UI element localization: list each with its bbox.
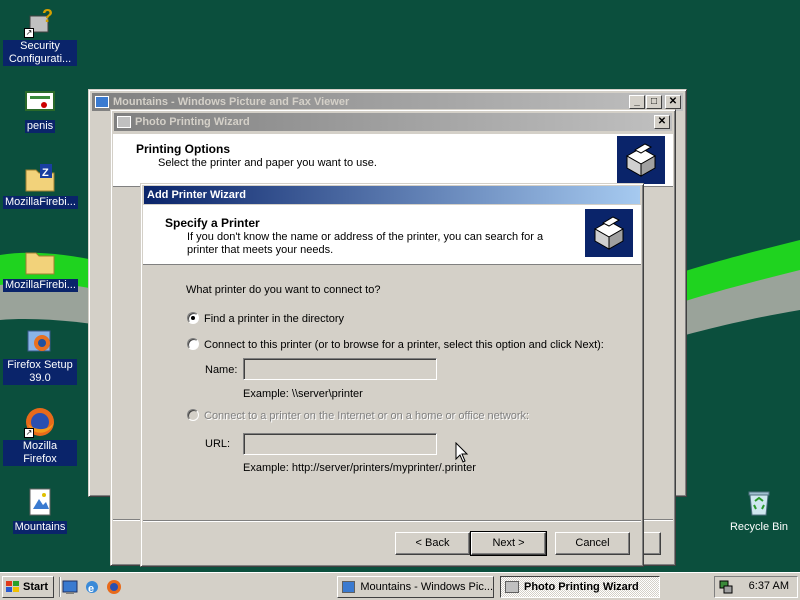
close-button[interactable]: ✕ — [665, 95, 681, 109]
radio-find-printer[interactable] — [187, 312, 199, 324]
radio-connect-printer-label[interactable]: Connect to this printer (or to browse fo… — [204, 339, 604, 351]
desktop-icon-label: Recycle Bin — [729, 521, 789, 533]
desktop-icon-firefox-setup[interactable]: Firefox Setup 39.0 — [3, 325, 77, 385]
taskbar-button-picture-viewer[interactable]: Mountains - Windows Pic... — [337, 576, 494, 598]
firefox-icon: ↗ — [24, 406, 56, 438]
start-button[interactable]: Start — [2, 576, 54, 598]
close-button[interactable]: ✕ — [654, 115, 670, 129]
firefox-quicklaunch-icon[interactable] — [106, 579, 122, 595]
radio-find-printer-label[interactable]: Find a printer in the directory — [204, 313, 344, 325]
radio-internet-printer-label[interactable]: Connect to a printer on the Internet or … — [204, 410, 529, 422]
add-printer-wizard-window: Add Printer Wizard Specify a Printer If … — [140, 183, 644, 567]
mouse-cursor — [455, 441, 469, 464]
header-title: Printing Options — [136, 142, 230, 156]
desktop-icon-mozillafirebird-folder[interactable]: MozillaFirebi... — [3, 245, 78, 292]
header-subtitle: If you don't know the name or address of… — [187, 231, 544, 256]
printer-name-field[interactable] — [243, 358, 437, 380]
internet-explorer-icon[interactable]: e — [84, 579, 100, 595]
zip-folder-icon: Z — [24, 162, 56, 194]
image-file-icon — [24, 487, 56, 519]
connect-question: What printer do you want to connect to? — [186, 284, 381, 296]
desktop-icon-security-config[interactable]: ? ↗ Security Configurati... — [3, 6, 77, 66]
desktop-icon-label: MozillaFirebi... — [3, 279, 78, 292]
desktop-icon-label: Security Configurati... — [3, 40, 77, 66]
window-title: Mountains - Windows Picture and Fax View… — [113, 96, 350, 108]
svg-text:?: ? — [42, 6, 53, 26]
desktop-icon-recycle-bin[interactable]: Recycle Bin — [722, 487, 796, 534]
header-title: Specify a Printer — [165, 216, 260, 230]
printer-icon — [585, 209, 633, 257]
cancel-button[interactable]: Cancel — [555, 532, 630, 555]
security-config-icon: ? ↗ — [24, 6, 53, 38]
desktop-icon-penis[interactable]: penis — [3, 86, 77, 133]
recycle-bin-icon — [743, 487, 775, 519]
name-example: Example: \\server\printer — [243, 388, 363, 400]
window-title: Photo Printing Wizard — [135, 116, 250, 128]
desktop-icon-mountains[interactable]: Mountains — [3, 487, 77, 534]
header-subtitle: Select the printer and paper you want to… — [158, 157, 377, 169]
desktop-icon-label: MozillaFirebi... — [3, 196, 78, 209]
setup-installer-icon — [24, 325, 56, 357]
picture-viewer-icon — [342, 581, 356, 593]
add-printer-titlebar[interactable]: Add Printer Wizard — [144, 186, 640, 204]
radio-connect-printer[interactable] — [187, 338, 199, 350]
back-button[interactable]: < Back — [395, 532, 470, 555]
radio-internet-printer[interactable] — [187, 409, 199, 421]
url-label: URL: — [205, 438, 231, 450]
taskbar-separator — [59, 577, 60, 597]
show-desktop-icon[interactable] — [62, 579, 78, 595]
window-title: Add Printer Wizard — [147, 189, 246, 201]
folder-icon — [24, 245, 56, 277]
system-tray: 6:37 AM — [714, 576, 798, 598]
clock[interactable]: 6:37 AM — [749, 580, 789, 592]
app-icon — [95, 96, 109, 108]
add-printer-header: Specify a Printer If you don't know the … — [143, 205, 641, 265]
windows-logo-icon — [6, 581, 20, 593]
svg-text:e: e — [88, 583, 94, 595]
desktop-icon-label: Mozilla Firefox — [3, 440, 77, 466]
desktop-icon-label: penis — [24, 120, 56, 133]
footer-divider — [143, 520, 641, 521]
photo-wizard-header: Printing Options Select the printer and … — [113, 134, 673, 187]
minimize-button[interactable]: _ — [629, 95, 645, 109]
start-label: Start — [23, 581, 49, 593]
svg-text:Z: Z — [42, 167, 49, 179]
app-icon — [117, 116, 131, 128]
next-button[interactable]: Next > — [470, 531, 547, 556]
taskbar-button-label: Mountains - Windows Pic... — [360, 581, 493, 593]
certificate-icon — [24, 86, 56, 118]
url-example: Example: http://server/printers/myprinte… — [243, 462, 476, 474]
network-tray-icon[interactable] — [719, 580, 733, 594]
taskbar: Start e Mountains - Windows Pic... Photo… — [0, 572, 800, 600]
desktop-icon-label: Firefox Setup 39.0 — [3, 359, 77, 385]
desktop-icon-mozilla-firefox[interactable]: ↗ Mozilla Firefox — [3, 406, 77, 466]
desktop-icon-label: Mountains — [12, 521, 68, 534]
photo-wizard-titlebar[interactable]: Photo Printing Wizard ✕ — [114, 113, 672, 131]
taskbar-button-label: Photo Printing Wizard — [524, 581, 639, 593]
desktop-icon-mozillafirebird-zip[interactable]: Z MozillaFirebi... — [3, 162, 78, 209]
printer-url-field[interactable] — [243, 433, 437, 455]
maximize-button[interactable]: □ — [646, 95, 662, 109]
name-label: Name: — [205, 364, 238, 376]
printer-icon — [617, 136, 665, 184]
taskbar-button-photo-wizard[interactable]: Photo Printing Wizard — [500, 576, 660, 598]
printer-wizard-icon — [505, 581, 519, 593]
